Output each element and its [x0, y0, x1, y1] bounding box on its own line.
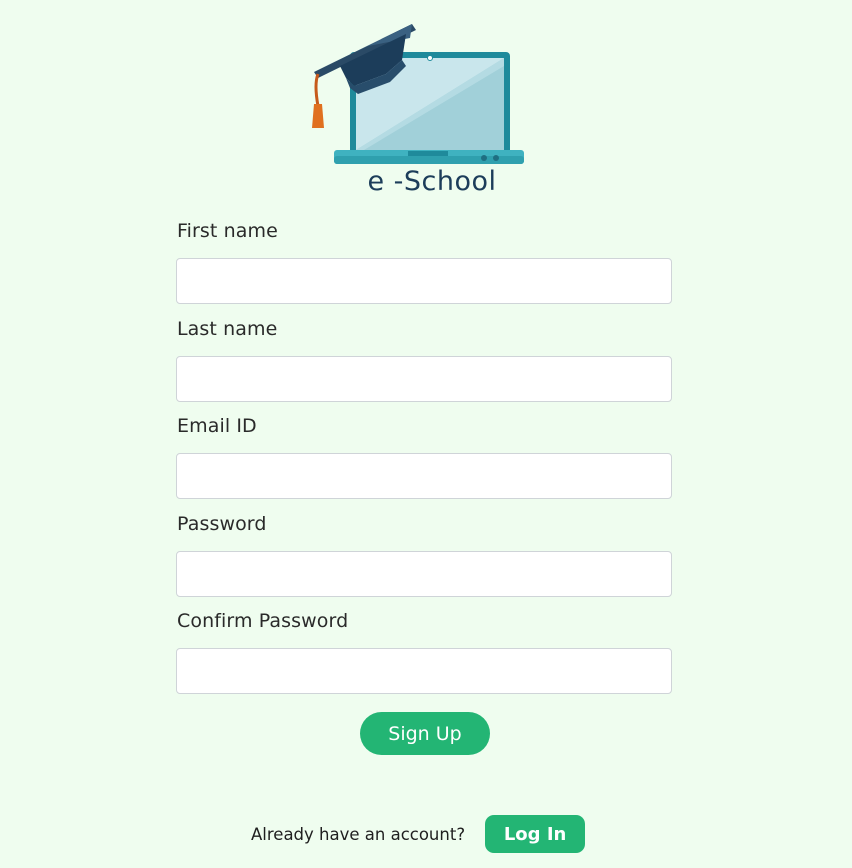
already-have-account-text: Already have an account?	[251, 824, 466, 844]
first-name-input[interactable]	[176, 258, 672, 304]
last-name-field: Last name	[176, 316, 674, 414]
login-prompt-row: Already have an account? Log In	[251, 815, 586, 853]
signup-form: First name Last name Email ID Password C…	[176, 218, 674, 706]
logo-text: e -School	[367, 166, 497, 197]
password-label: Password	[177, 512, 267, 535]
last-name-input[interactable]	[176, 355, 672, 402]
password-input[interactable]	[176, 550, 672, 597]
log-in-button[interactable]: Log In	[485, 815, 586, 853]
confirm-password-field: Confirm Password	[176, 608, 674, 706]
email-input[interactable]	[176, 453, 672, 499]
sign-up-button[interactable]: Sign Up	[360, 712, 490, 755]
e-school-logo: e -School	[306, 16, 530, 202]
first-name-field: First name	[176, 218, 674, 316]
last-name-label: Last name	[177, 317, 278, 340]
confirm-password-label: Confirm Password	[177, 610, 349, 632]
email-label: Email ID	[177, 415, 257, 437]
password-field: Password	[176, 511, 674, 609]
graduation-cap-laptop-icon	[312, 24, 524, 164]
confirm-password-input[interactable]	[176, 648, 672, 694]
email-field: Email ID	[176, 413, 674, 511]
first-name-label: First name	[177, 220, 278, 242]
